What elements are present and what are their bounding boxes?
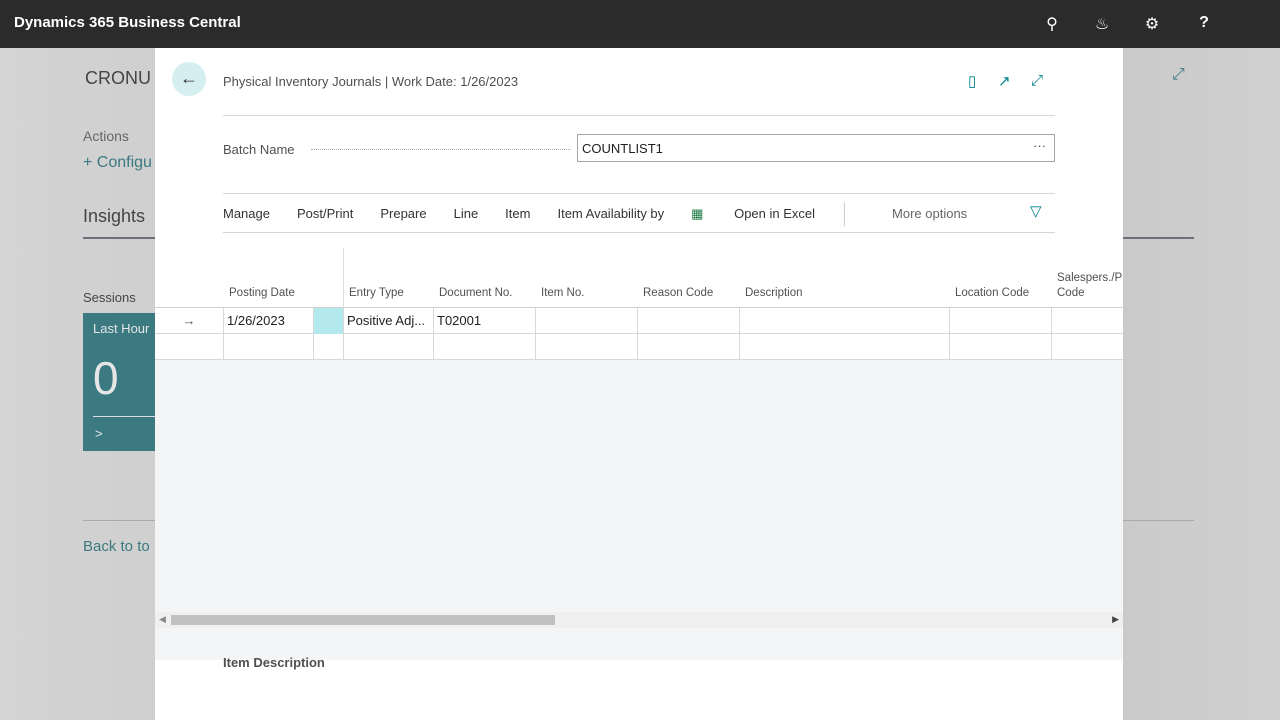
row-arrow-icon: → [182, 313, 196, 328]
table-row[interactable]: → 1/26/2023 Positive Adj... T02001 [155, 308, 1123, 334]
more-options-button[interactable]: More options [892, 206, 967, 222]
bookmark-icon[interactable]: ▯ [968, 72, 976, 90]
help-icon[interactable]: ? [1194, 14, 1214, 34]
top-bar: Dynamics 365 Business Central ⚲ ♨ ⚙ ? [0, 0, 1280, 48]
item-no-cell[interactable] [535, 308, 637, 334]
tile-value: 0 [93, 352, 119, 404]
entry-type-cell[interactable]: Positive Adj... [343, 308, 433, 334]
actions-label: Actions [83, 128, 129, 144]
scroll-right-icon[interactable]: ▶ [1112, 614, 1119, 625]
batch-name-input[interactable]: COUNTLIST1 ··· [577, 134, 1055, 162]
open-in-excel-label: Open in Excel [734, 206, 816, 221]
back-button[interactable]: ← [172, 62, 206, 96]
column-reason-code[interactable]: Reason Code [643, 287, 713, 299]
configure-link[interactable]: + Configu [83, 154, 152, 172]
posting-date-cell[interactable]: 1/26/2023 [223, 308, 313, 334]
location-code-cell[interactable] [949, 308, 1051, 334]
column-location-code[interactable]: Location Code [955, 287, 1029, 299]
breadcrumb: Physical Inventory Journals | Work Date:… [223, 74, 519, 89]
divider [223, 115, 1055, 116]
excel-icon: ▦ [691, 206, 704, 221]
menu-manage[interactable]: Manage [223, 206, 270, 222]
grid-header: Posting Date Entry Type Document No. Ite… [155, 248, 1123, 308]
table-row[interactable] [155, 334, 1123, 360]
divider [223, 193, 1055, 194]
column-item-no[interactable]: Item No. [541, 287, 584, 299]
action-bar: Manage Post/Print Prepare Line Item Item… [223, 206, 994, 222]
batch-name-value: COUNTLIST1 [582, 141, 663, 156]
filter-icon[interactable]: ▽ [1030, 202, 1042, 220]
insights-heading: Insights [83, 206, 146, 226]
expand-icon[interactable]: ⤢ [1031, 72, 1043, 89]
company-name: CRONU [85, 68, 151, 88]
column-posting-date[interactable]: Posting Date [229, 287, 295, 299]
column-salesperson-code[interactable]: Salespers./Pu Code [1057, 271, 1123, 301]
sessions-label: Sessions [83, 290, 136, 305]
open-new-window-icon[interactable]: ↗ [998, 72, 1011, 90]
selected-cell[interactable] [313, 308, 343, 334]
scrollbar-thumb[interactable] [171, 615, 555, 625]
horizontal-scrollbar[interactable]: ◀ ▶ [155, 612, 1123, 628]
description-cell[interactable] [739, 308, 949, 334]
app-title: Dynamics 365 Business Central [14, 14, 241, 31]
document-no-cell[interactable]: T02001 [433, 308, 535, 334]
menu-prepare[interactable]: Prepare [380, 206, 426, 222]
batch-name-label: Batch Name [223, 142, 295, 157]
expand-icon[interactable]: ⤢ [1172, 66, 1185, 84]
scroll-left-icon[interactable]: ◀ [159, 614, 166, 625]
search-icon[interactable]: ⚲ [1042, 14, 1062, 34]
menu-post-print[interactable]: Post/Print [297, 206, 353, 222]
menu-line[interactable]: Line [454, 206, 479, 222]
sessions-tile[interactable]: Last Hour 0 > [83, 313, 163, 451]
divider [223, 232, 1055, 233]
back-link[interactable]: Back to to [83, 538, 150, 555]
gear-icon[interactable]: ⚙ [1142, 14, 1162, 34]
column-description[interactable]: Description [745, 287, 803, 299]
salesperson-code-cell[interactable] [1051, 308, 1123, 334]
column-document-no[interactable]: Document No. [439, 287, 513, 299]
chevron-right-icon: > [95, 426, 103, 441]
item-description-label: Item Description [223, 655, 325, 670]
column-entry-type[interactable]: Entry Type [349, 287, 404, 299]
physical-inventory-journal-dialog: ← Physical Inventory Journals | Work Dat… [155, 48, 1123, 720]
journal-lines-grid: Posting Date Entry Type Document No. Ite… [155, 248, 1123, 660]
bell-icon[interactable]: ♨ [1092, 14, 1112, 34]
reason-code-cell[interactable] [637, 308, 739, 334]
tile-label: Last Hour [93, 321, 150, 336]
menu-item-availability[interactable]: Item Availability by [557, 206, 664, 222]
open-in-excel-button[interactable]: ▦ Open in Excel [691, 206, 842, 222]
menu-item[interactable]: Item [505, 206, 530, 222]
lookup-button[interactable]: ··· [1033, 138, 1046, 153]
